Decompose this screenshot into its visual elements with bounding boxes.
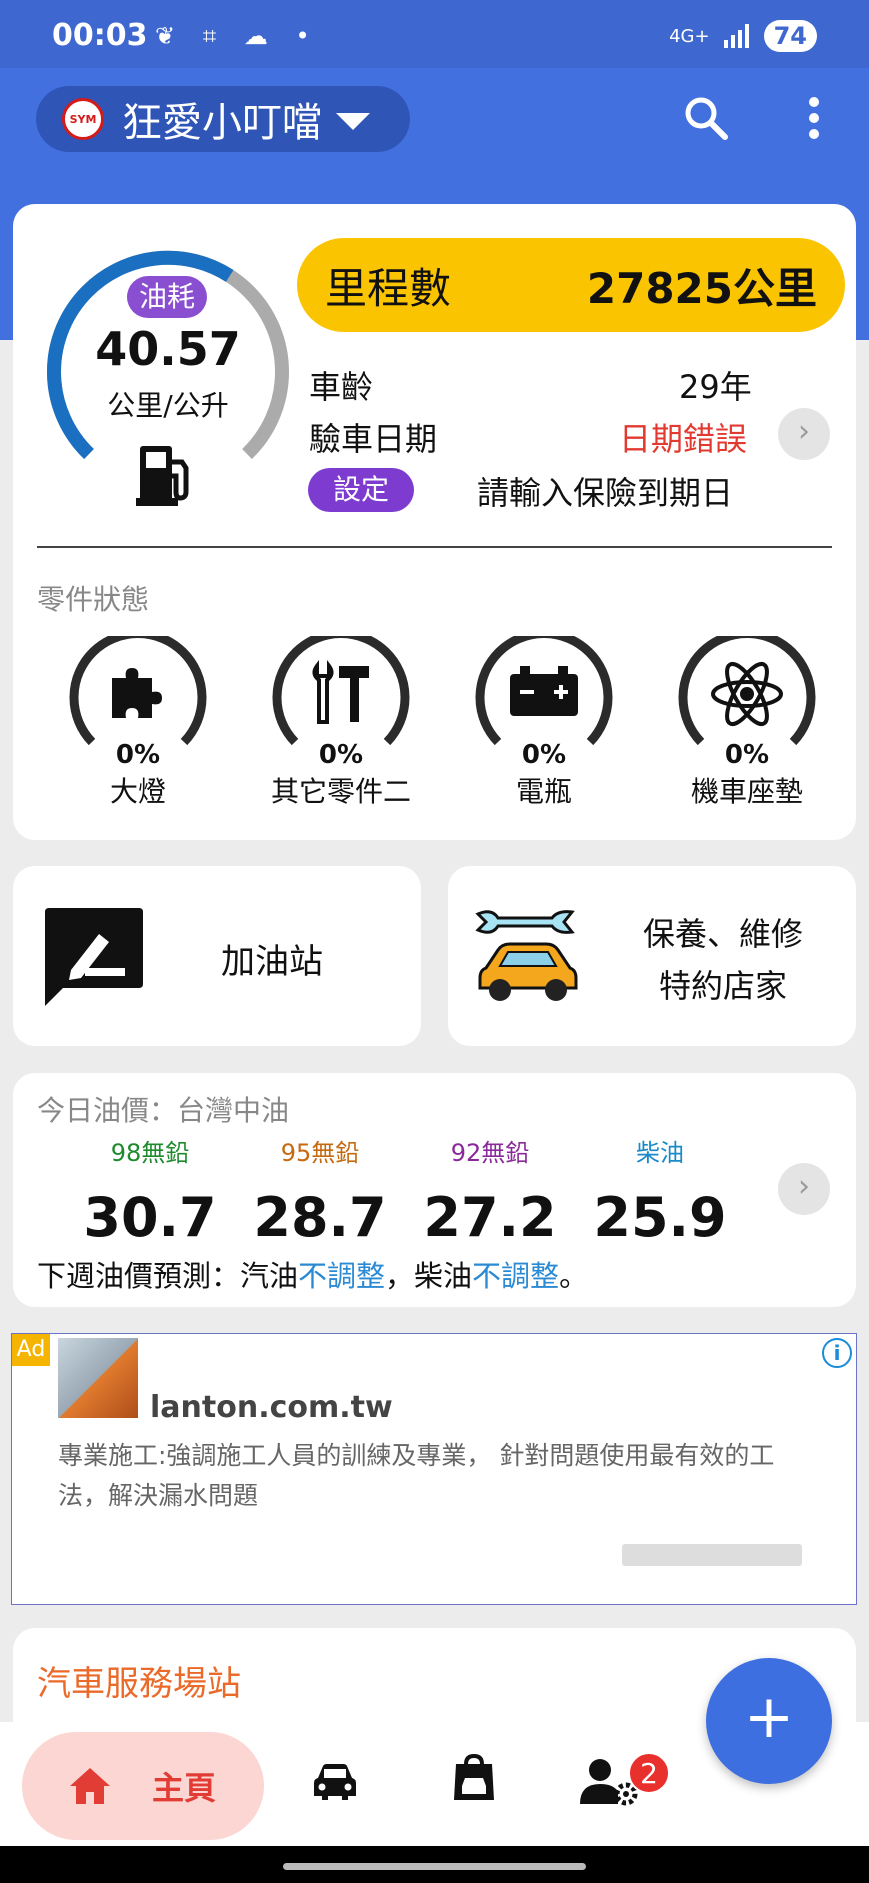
- fuel-name: 92無鉛: [450, 1139, 530, 1167]
- forecast-prefix: 下週油價預測：汽油: [37, 1259, 299, 1293]
- car-icon[interactable]: [312, 1762, 358, 1802]
- fuel-pump-icon: [136, 446, 189, 506]
- signal-icon: [723, 24, 749, 48]
- ad-banner[interactable]: Ad i lanton.com.tw 專業施工:強調施工人員的訓練及專業， 針對…: [11, 1333, 857, 1605]
- fuel-price-item: 柴油 25.9: [575, 1133, 745, 1249]
- mileage-banner: 里程數 27825公里: [297, 238, 845, 332]
- info-icon[interactable]: i: [822, 1338, 852, 1368]
- service-station-title: 汽車服務場站: [37, 1664, 241, 1704]
- fuel-name: 柴油: [636, 1139, 684, 1167]
- vehicle-name: 狂愛小叮噹: [122, 100, 322, 146]
- gas-station-card[interactable]: 加油站: [13, 866, 421, 1046]
- mileage-value: 27825公里: [586, 263, 817, 313]
- overview-detail-button[interactable]: ›: [778, 408, 830, 460]
- vehicle-selector[interactable]: SYM 狂愛小叮噹: [36, 86, 410, 152]
- puzzle-icon: [112, 668, 162, 718]
- fuel-name: 98無鉛: [110, 1139, 190, 1167]
- chevron-down-icon: [336, 112, 370, 130]
- insurance-prompt: 請輸入保險到期日: [477, 474, 734, 512]
- fuel-price-card: 今日油價：台灣中油 98無鉛 30.7 95無鉛 28.7 92無鉛 27.2 …: [13, 1073, 856, 1307]
- nav-home-label: 主頁: [152, 1769, 217, 1807]
- fuel-badge: 油耗: [127, 276, 207, 318]
- part-status-item[interactable]: 0% 電瓶: [454, 636, 634, 810]
- gesture-handle[interactable]: [283, 1863, 586, 1870]
- divider: [37, 546, 832, 548]
- age-label: 車齡: [309, 368, 374, 406]
- part-percent: 0%: [521, 740, 567, 770]
- part-name: 大燈: [109, 775, 166, 808]
- part-status-item[interactable]: 0% 機車座墊: [657, 636, 837, 810]
- gesture-bar: [0, 1846, 869, 1883]
- part-gauge: [475, 636, 613, 746]
- part-name: 其它零件二: [270, 775, 411, 808]
- fuel-value: 25.9: [593, 1186, 727, 1249]
- part-gauge: [69, 636, 207, 746]
- search-icon[interactable]: [682, 94, 730, 142]
- nav-home[interactable]: 主頁: [22, 1732, 264, 1840]
- ad-tag: Ad: [12, 1334, 50, 1366]
- forecast-gas: 不調整: [298, 1259, 386, 1293]
- fuel-price-detail-button[interactable]: ›: [778, 1163, 830, 1215]
- part-gauge: [272, 636, 410, 746]
- ad-text: 專業施工:強調施工人員的訓練及專業， 針對問題使用最有效的工法，解決漏水問題: [58, 1441, 775, 1510]
- more-options-icon[interactable]: [800, 94, 828, 142]
- fuel-price-title: 今日油價：台灣中油: [37, 1094, 290, 1127]
- fuel-name: 95無鉛: [280, 1139, 360, 1167]
- tools-icon: [312, 659, 369, 724]
- status-right: 4G+ 74: [669, 20, 817, 52]
- mileage-label: 里程數: [325, 263, 452, 313]
- network-indicator: 4G+: [669, 25, 710, 47]
- battery-icon: [510, 666, 578, 716]
- part-name: 機車座墊: [690, 775, 803, 808]
- fuel-price-item: 92無鉛 27.2: [405, 1133, 575, 1249]
- forecast-suffix: 。: [559, 1259, 589, 1293]
- part-status-item[interactable]: 0% 其它零件二: [251, 636, 431, 810]
- gas-station-label: 加油站: [221, 942, 323, 982]
- forecast-diesel: 不調整: [472, 1259, 560, 1293]
- part-percent: 0%: [115, 740, 161, 770]
- ad-domain: lanton.com.tw: [150, 1390, 393, 1425]
- fuel-value: 30.7: [83, 1186, 217, 1249]
- car-repair-icon: [475, 910, 578, 1001]
- parts-status-title: 零件狀態: [37, 583, 150, 616]
- brand-logo: SYM: [62, 98, 104, 140]
- maintenance-label: 保養、維修 特約店家: [608, 908, 838, 1012]
- status-bar: 00:03 ❦ ⌗ ☁ • 4G+ 74: [0, 0, 869, 68]
- fuel-value: 27.2: [423, 1186, 557, 1249]
- part-status-item[interactable]: 0% 大燈: [48, 636, 228, 810]
- fuel-value: 28.7: [253, 1186, 387, 1249]
- fuel-price-item: 95無鉛 28.7: [235, 1133, 405, 1249]
- fuel-price-item: 98無鉛 30.7: [65, 1133, 235, 1249]
- part-percent: 0%: [724, 740, 770, 770]
- forecast-mid: ，柴油: [385, 1259, 473, 1293]
- ad-action-bar: [622, 1544, 802, 1566]
- fuel-efficiency-value: 40.57: [95, 322, 241, 376]
- vehicle-overview-card: 油耗 40.57 公里/公升 里程數 27825公里 車齡 29年 驗車日期 日…: [13, 204, 856, 840]
- atom-icon: [711, 661, 783, 727]
- maintenance-label-line1: 保養、維修: [642, 915, 803, 953]
- part-percent: 0%: [318, 740, 364, 770]
- part-name: 電瓶: [515, 775, 572, 808]
- status-time: 00:03: [52, 18, 148, 53]
- maintenance-shops-card[interactable]: 保養、維修 特約店家: [448, 866, 856, 1046]
- inspection-value: 日期錯誤: [619, 420, 748, 458]
- add-record-fab[interactable]: +: [706, 1658, 832, 1784]
- battery-indicator: 74: [763, 20, 817, 52]
- maintenance-label-line2: 特約店家: [658, 967, 787, 1005]
- ad-image: [58, 1338, 138, 1418]
- age-value: 29年: [679, 368, 752, 406]
- set-insurance-button[interactable]: 設定: [308, 468, 414, 512]
- home-icon: [70, 1768, 110, 1804]
- edit-message-icon: [45, 908, 143, 1006]
- inspection-label: 驗車日期: [309, 420, 438, 458]
- notification-badge: 2: [628, 1752, 670, 1794]
- part-gauge: [678, 636, 816, 746]
- status-notification-icons: ❦ ⌗ ☁ •: [155, 22, 320, 50]
- fuel-forecast: 下週油價預測：汽油不調整，柴油不調整。: [37, 1253, 588, 1295]
- fuel-efficiency-unit: 公里/公升: [107, 389, 229, 422]
- car-shop-icon[interactable]: [452, 1754, 496, 1802]
